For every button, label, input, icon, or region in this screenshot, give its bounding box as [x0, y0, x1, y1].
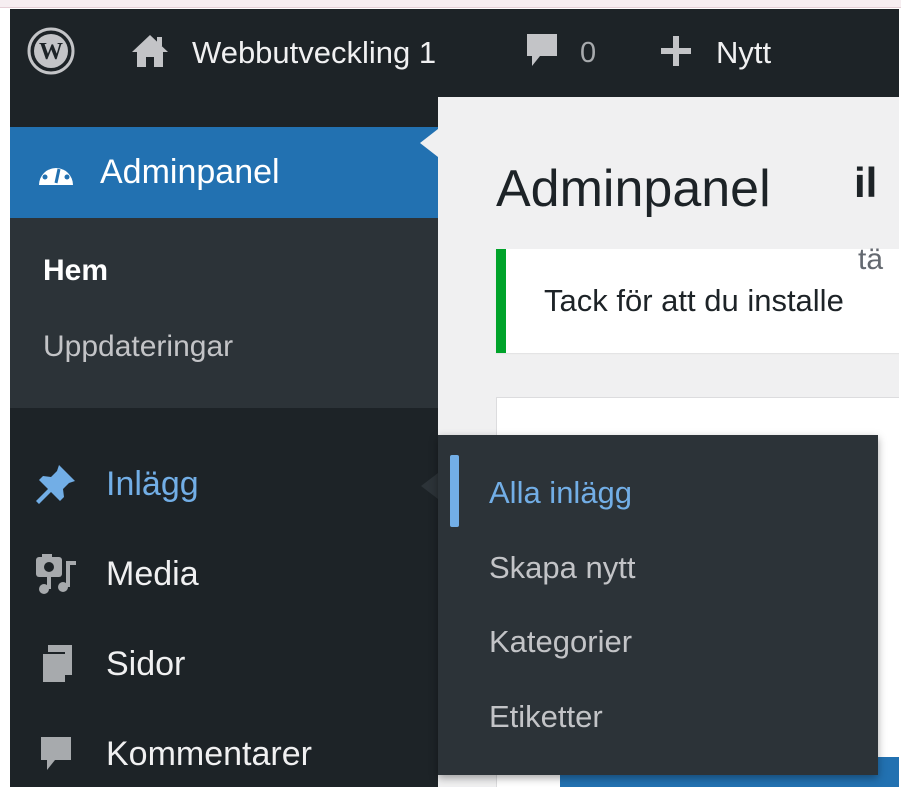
current-menu-pointer: [420, 129, 438, 157]
menu-label-adminpanel: Adminpanel: [100, 153, 280, 191]
dashboard-submenu: Hem Uppdateringar: [10, 218, 438, 408]
admin-bar: W Webbutveckling 1 0 Nytt: [10, 9, 899, 97]
flyout-item-skapa-nytt[interactable]: Skapa nytt: [489, 550, 635, 586]
welcome-notice: Tack för att du installe: [496, 249, 899, 353]
menu-label-sidor: Sidor: [106, 644, 186, 683]
menu-item-sidor[interactable]: Sidor: [10, 624, 438, 704]
wp-logo-button[interactable]: W: [26, 9, 76, 97]
flyout-item-kategorier[interactable]: Kategorier: [489, 624, 632, 660]
media-icon: [32, 550, 80, 598]
comments-link[interactable]: 0: [524, 9, 596, 97]
menu-item-adminpanel[interactable]: Adminpanel: [10, 127, 438, 218]
comments-icon: [32, 730, 80, 778]
menu-item-media[interactable]: Media: [10, 534, 438, 614]
pages-icon: [32, 640, 80, 688]
new-content-label: Nytt: [716, 35, 772, 70]
new-content-link[interactable]: Nytt: [658, 9, 771, 97]
dashboard-gauge-icon: [36, 155, 76, 191]
menu-label-kommentarer: Kommentarer: [106, 734, 312, 773]
comment-bubble-icon: [524, 31, 560, 76]
menu-item-inlagg[interactable]: Inlägg: [10, 444, 438, 524]
pushpin-icon: [32, 460, 80, 508]
comment-count: 0: [580, 36, 597, 69]
submenu-item-uppdateringar[interactable]: Uppdateringar: [43, 330, 233, 364]
flyout-item-etiketter[interactable]: Etiketter: [489, 699, 603, 735]
wordpress-logo-icon: W: [26, 26, 76, 81]
submenu-item-hem[interactable]: Hem: [43, 254, 108, 288]
home-icon: [130, 33, 170, 74]
svg-text:W: W: [39, 39, 63, 65]
window-top-edge: [0, 0, 901, 8]
flyout-pointer: [421, 473, 438, 499]
notice-text: Tack för att du installe: [544, 283, 844, 318]
site-name-link[interactable]: Webbutveckling 1: [130, 9, 436, 97]
page-title: Adminpanel: [496, 160, 771, 218]
site-name: Webbutveckling 1: [192, 35, 437, 70]
screenshot-frame: W Webbutveckling 1 0 Nytt Adminpanel Hem…: [0, 0, 901, 787]
menu-item-kommentarer[interactable]: Kommentarer: [10, 714, 438, 787]
plus-icon: [658, 33, 694, 74]
admin-sidebar-menu: Adminpanel Hem Uppdateringar Inlägg Medi…: [10, 97, 438, 787]
menu-label-media: Media: [106, 554, 199, 593]
menu-label-inlagg: Inlägg: [106, 464, 199, 503]
flyout-item-alla-inlagg[interactable]: Alla inlägg: [489, 475, 632, 511]
inlagg-flyout-submenu: Alla inlägg Skapa nytt Kategorier Etiket…: [438, 435, 878, 775]
panel-heading-fragment: il: [854, 159, 878, 206]
panel-subtext-fragment: tä: [858, 243, 884, 276]
active-item-indicator: [450, 455, 459, 527]
